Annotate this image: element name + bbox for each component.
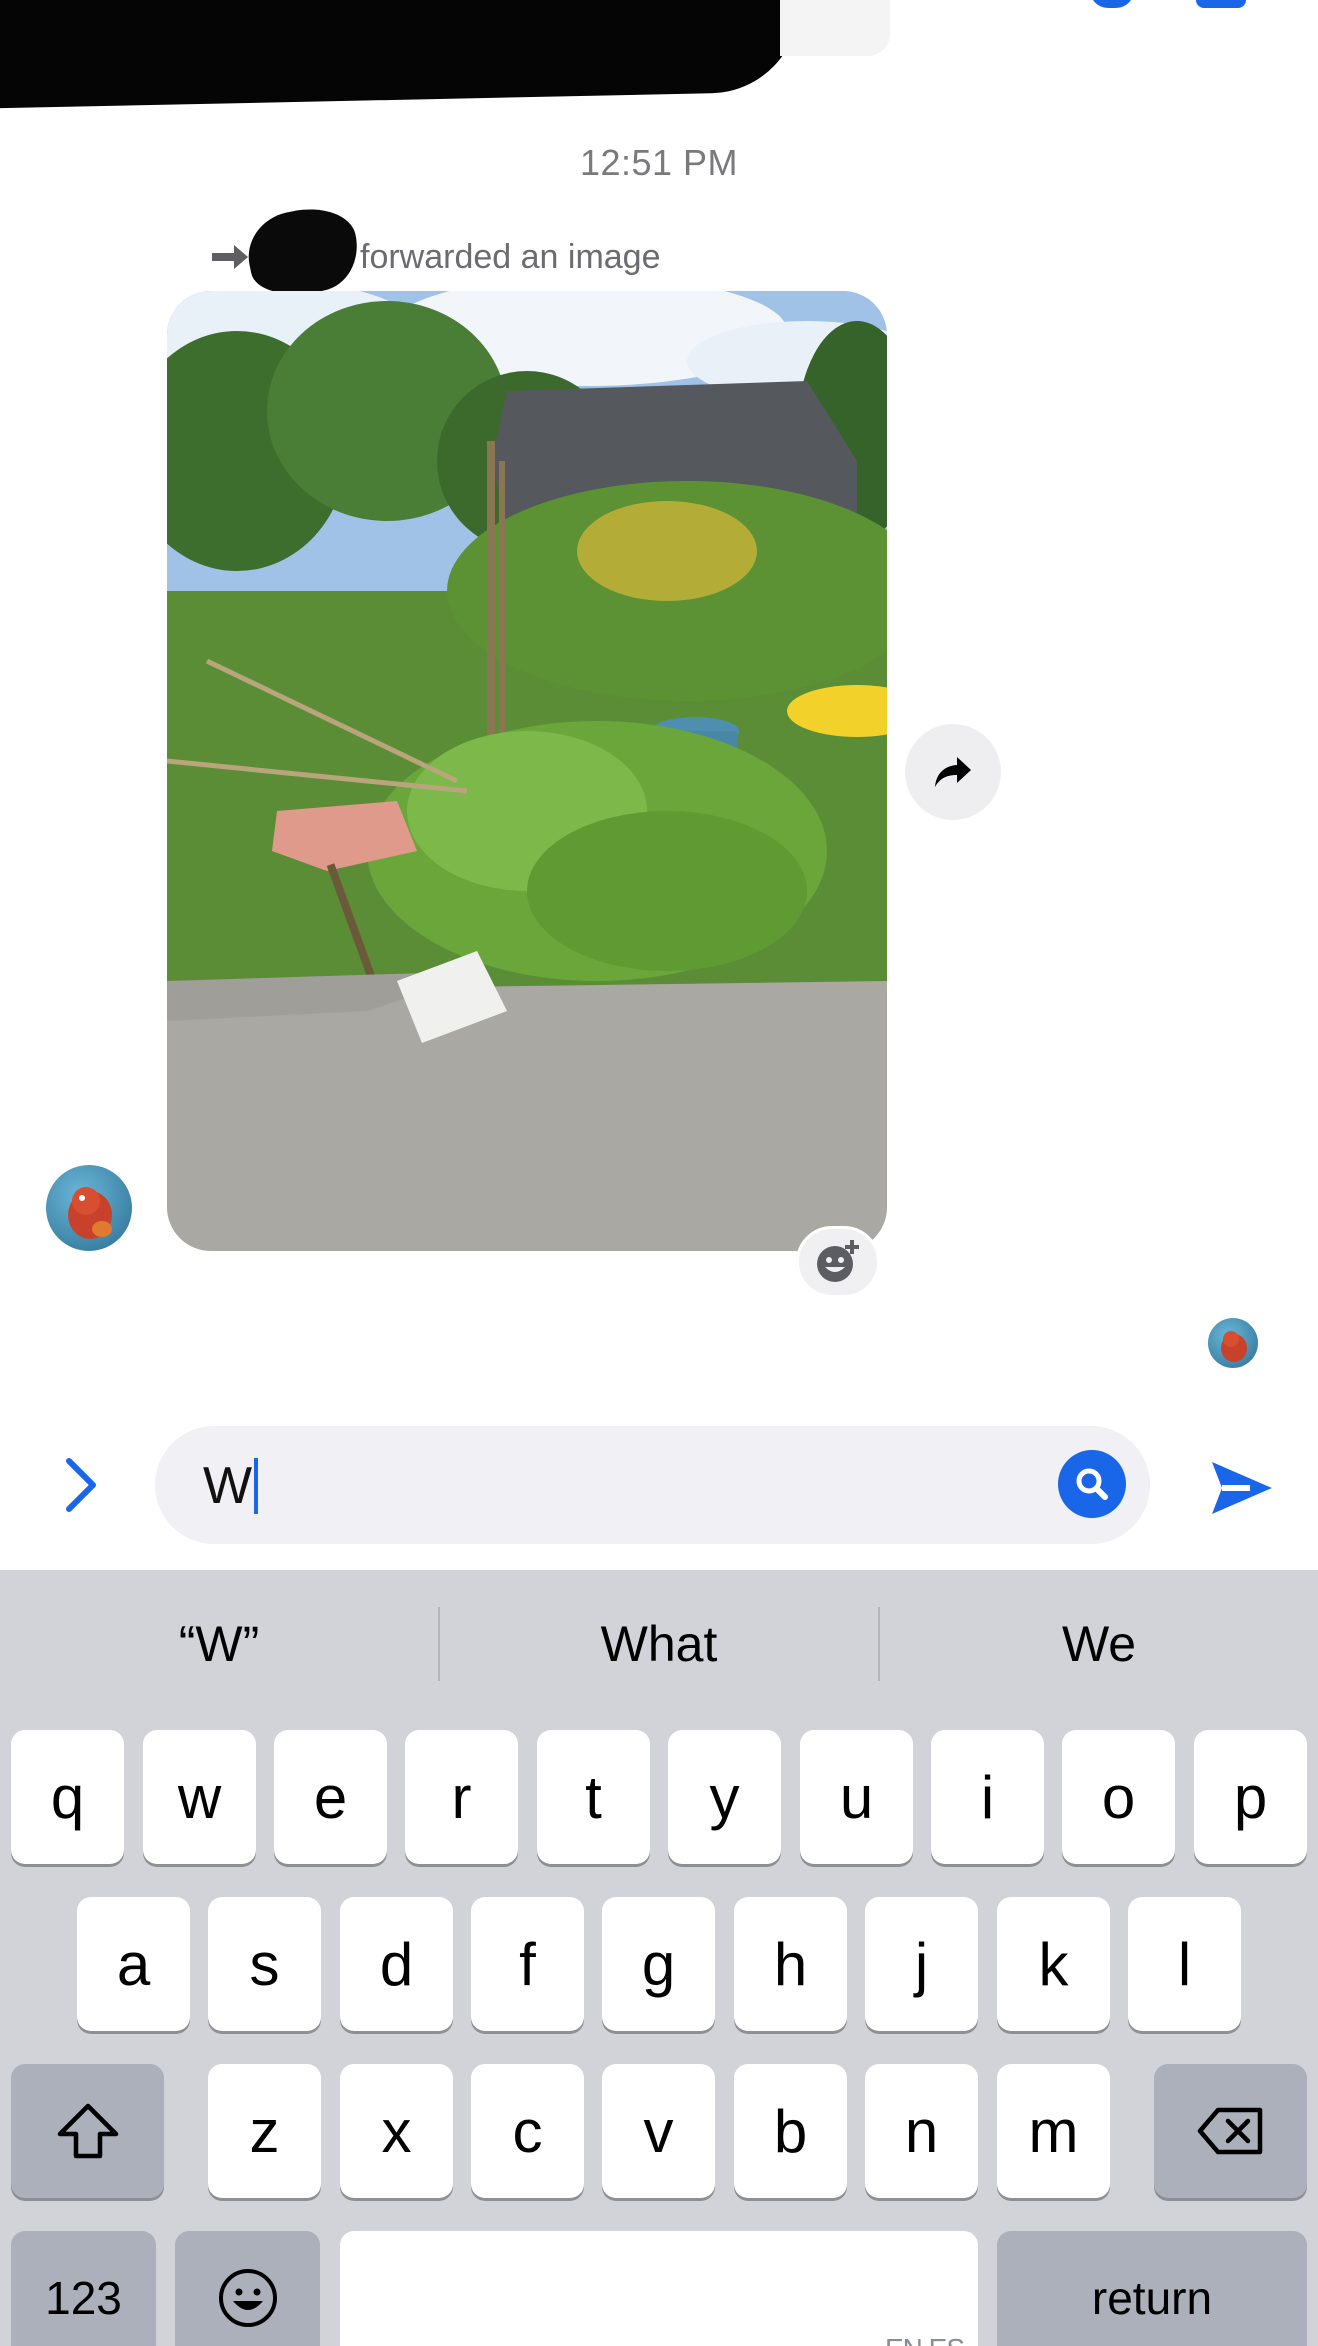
key-y[interactable]: y <box>668 1730 781 1864</box>
key-u[interactable]: u <box>800 1730 913 1864</box>
key-x[interactable]: x <box>340 2064 453 2198</box>
key-a[interactable]: a <box>77 1897 190 2031</box>
search-icon <box>1076 1468 1108 1500</box>
emoji-key[interactable] <box>175 2231 320 2346</box>
forwarded-label: forwarded an image <box>360 237 661 276</box>
return-key[interactable]: return <box>997 2231 1307 2346</box>
key-n[interactable]: n <box>865 2064 978 2198</box>
suggestion-literal[interactable]: “W” <box>0 1570 438 1718</box>
call-icon[interactable] <box>1090 0 1134 8</box>
message-composer: W <box>0 1400 1318 1570</box>
key-g[interactable]: g <box>602 1897 715 2031</box>
shift-key[interactable] <box>11 2064 164 2198</box>
key-t[interactable]: t <box>537 1730 650 1864</box>
backspace-icon <box>1197 2107 1262 2155</box>
search-button[interactable] <box>1058 1450 1126 1518</box>
share-button[interactable] <box>905 724 1001 820</box>
video-call-icon[interactable] <box>1196 0 1246 8</box>
keyboard-language-hint: EN ES <box>885 2333 965 2346</box>
key-i[interactable]: i <box>931 1730 1044 1864</box>
share-icon <box>935 757 971 787</box>
key-f[interactable]: f <box>471 1897 584 2031</box>
key-h[interactable]: h <box>734 1897 847 2031</box>
message-input[interactable]: W <box>155 1426 1150 1544</box>
key-l[interactable]: l <box>1128 1897 1241 2031</box>
forwarded-image-message[interactable] <box>167 291 887 1251</box>
forwarded-indicator: forwarded an image <box>210 199 661 305</box>
header-fragment <box>780 0 890 56</box>
message-timestamp: 12:51 PM <box>579 142 739 183</box>
key-v[interactable]: v <box>602 2064 715 2198</box>
message-input-text: W <box>203 1457 253 1515</box>
numbers-key[interactable]: 123 <box>11 2231 156 2346</box>
key-o[interactable]: o <box>1062 1730 1175 1864</box>
onscreen-keyboard: “W” What We q w e r t y u i o p a s d f … <box>0 1570 1318 2346</box>
add-reaction-icon <box>817 1240 859 1282</box>
key-w[interactable]: w <box>143 1730 256 1864</box>
add-reaction-button[interactable] <box>796 1226 880 1298</box>
key-r[interactable]: r <box>405 1730 518 1864</box>
garden-photo <box>167 291 887 1251</box>
key-e[interactable]: e <box>274 1730 387 1864</box>
key-m[interactable]: m <box>997 2064 1110 2198</box>
key-k[interactable]: k <box>997 1897 1110 2031</box>
key-c[interactable]: c <box>471 2064 584 2198</box>
suggestion-what[interactable]: What <box>440 1570 878 1718</box>
key-b[interactable]: b <box>734 2064 847 2198</box>
emoji-icon <box>218 2269 277 2327</box>
redacted-sender-name <box>240 199 366 305</box>
key-z[interactable]: z <box>208 2064 321 2198</box>
key-s[interactable]: s <box>208 1897 321 2031</box>
forward-arrow-icon <box>210 237 250 277</box>
shift-icon <box>57 2103 118 2159</box>
suggestion-we[interactable]: We <box>880 1570 1318 1718</box>
key-p[interactable]: p <box>1194 1730 1307 1864</box>
space-key[interactable]: EN ES <box>340 2231 978 2346</box>
sender-avatar[interactable] <box>46 1165 132 1251</box>
conversation-header <box>0 0 1318 109</box>
redacted-header-area <box>0 0 802 109</box>
send-icon <box>1212 1462 1272 1514</box>
expand-actions-button[interactable] <box>56 1450 106 1520</box>
key-q[interactable]: q <box>11 1730 124 1864</box>
text-caret <box>254 1458 259 1514</box>
key-j[interactable]: j <box>865 1897 978 2031</box>
backspace-key[interactable] <box>1154 2064 1307 2198</box>
read-receipt-avatar <box>1208 1318 1258 1368</box>
key-d[interactable]: d <box>340 1897 453 2031</box>
send-button[interactable] <box>1208 1458 1276 1518</box>
chevron-right-icon <box>66 1458 96 1512</box>
predictive-text-bar: “W” What We <box>0 1570 1318 1718</box>
